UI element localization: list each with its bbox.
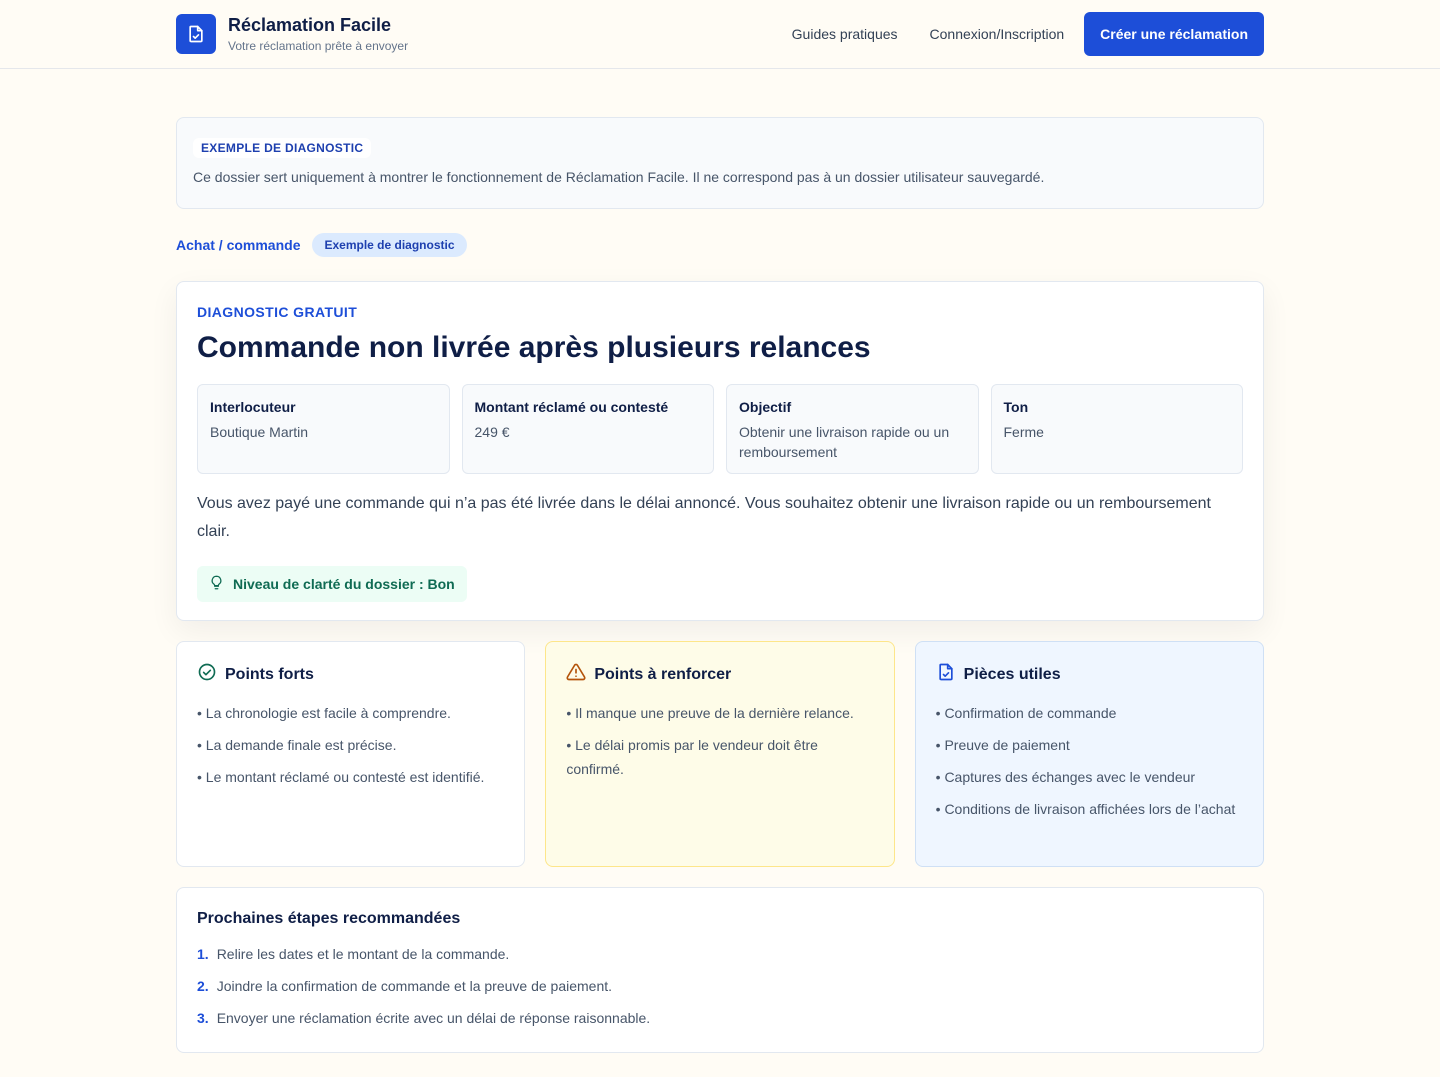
list-item: • Conditions de livraison affichées lors… [935, 801, 1236, 817]
step-item: 1. Relire les dates et le montant de la … [197, 944, 1243, 964]
brand-title: Réclamation Facile [228, 14, 392, 35]
document-check-icon [176, 14, 216, 54]
clarity-text: Niveau de clarté du dossier : Bon [233, 576, 455, 592]
step-item: 2. Joindre la confirmation de commande e… [197, 976, 1243, 996]
brand-text: Réclamation Facile Votre réclamation prê… [228, 14, 408, 55]
list-item: • Captures des échanges avec le vendeur [935, 769, 1196, 785]
fact-interlocutor: Interlocuteur Boutique Martin [197, 384, 450, 474]
list-item: • La demande finale est précise. [197, 737, 397, 753]
fact-value: 249 € [474, 424, 510, 440]
example-notice: EXEMPLE DE DIAGNOSTIC Ce dossier sert un… [176, 117, 1264, 209]
fact-label: Ton [1003, 399, 1029, 415]
example-tag: EXEMPLE DE DIAGNOSTIC [193, 138, 372, 158]
step-number: 3. [197, 1010, 209, 1026]
improve-panel: Points à renforcer • Il manque une preuv… [545, 641, 895, 867]
panel-header: Points à renforcer [566, 662, 873, 687]
step-text: Relire les dates et le montant de la com… [216, 946, 510, 962]
create-claim-button[interactable]: Créer une réclamation [1084, 12, 1264, 56]
diagnostic-card: DIAGNOSTIC GRATUIT Commande non livrée a… [176, 281, 1264, 621]
diagnostic-title: Commande non livrée après plusieurs rela… [197, 331, 871, 364]
fact-value: Boutique Martin [210, 424, 309, 440]
step-text: Joindre la confirmation de commande et l… [216, 978, 613, 994]
breadcrumb: Achat / commande Exemple de diagnostic [176, 233, 1264, 257]
documents-list: • Confirmation de commande • Preuve de p… [936, 701, 1243, 821]
brand[interactable]: Réclamation Facile Votre réclamation prê… [176, 14, 408, 55]
steps-list: 1. Relire les dates et le montant de la … [197, 944, 1243, 1028]
panel-title: Pièces utiles [963, 665, 1061, 683]
example-badge: Exemple de diagnostic [312, 233, 467, 257]
panel-header: Pièces utiles [936, 662, 1243, 687]
list-item: • Le montant réclamé ou contesté est ide… [197, 769, 485, 785]
strengths-panel: Points forts • La chronologie est facile… [176, 641, 526, 867]
analysis-panels: Points forts • La chronologie est facile… [176, 641, 1264, 867]
step-number: 2. [197, 978, 209, 994]
list-item: • Le délai promis par le vendeur doit êt… [566, 737, 818, 777]
nav-login-link[interactable]: Connexion/Inscription [930, 26, 1065, 42]
list-item: • Preuve de paiement [935, 737, 1070, 753]
step-text: Envoyer une réclamation écrite avec un d… [216, 1010, 651, 1026]
next-steps-card: Prochaines étapes recommandées 1. Relire… [176, 887, 1264, 1053]
documents-panel: Pièces utiles • Confirmation de commande… [914, 641, 1264, 867]
clarity-badge: Niveau de clarté du dossier : Bon [197, 566, 467, 602]
list-item: • La chronologie est facile à comprendre… [197, 705, 451, 721]
step-item: 3. Envoyer une réclamation écrite avec u… [197, 1008, 1243, 1028]
header-inner: Réclamation Facile Votre réclamation prê… [176, 0, 1264, 68]
panel-title: Points forts [225, 665, 314, 683]
diagnostic-kicker: DIAGNOSTIC GRATUIT [197, 304, 358, 320]
steps-title: Prochaines étapes recommandées [197, 910, 461, 927]
panel-title: Points à renforcer [594, 665, 732, 683]
fact-tone: Ton Ferme [990, 384, 1243, 474]
fact-value: Ferme [1003, 424, 1044, 440]
step-number: 1. [197, 946, 209, 962]
panel-header: Points forts [197, 662, 504, 687]
fact-value: Obtenir une livraison rapide ou un rembo… [739, 424, 950, 460]
fact-label: Montant réclamé ou contesté [474, 399, 669, 415]
main-content: EXEMPLE DE DIAGNOSTIC Ce dossier sert un… [176, 117, 1264, 1053]
improve-list: • Il manque une preuve de la dernière re… [566, 701, 873, 781]
site-header: Réclamation Facile Votre réclamation prê… [0, 0, 1440, 69]
nav-guides-link[interactable]: Guides pratiques [792, 26, 898, 42]
fact-label: Interlocuteur [210, 399, 296, 415]
warning-triangle-icon [566, 662, 586, 687]
check-circle-icon [197, 662, 217, 687]
document-icon [936, 662, 956, 687]
fact-objective: Objectif Obtenir une livraison rapide ou… [726, 384, 979, 474]
main-nav: Guides pratiques Connexion/Inscription C… [792, 12, 1264, 56]
brand-subtitle: Votre réclamation prête à envoyer [228, 38, 409, 53]
list-item: • Confirmation de commande [935, 705, 1117, 721]
fact-amount: Montant réclamé ou contesté 249 € [461, 384, 714, 474]
example-text: Ce dossier sert uniquement à montrer le … [193, 169, 1045, 185]
fact-label: Objectif [739, 399, 792, 415]
breadcrumb-category-link[interactable]: Achat / commande [176, 237, 300, 253]
lightbulb-icon [209, 575, 224, 593]
strengths-list: • La chronologie est facile à comprendre… [197, 701, 504, 789]
facts-grid: Interlocuteur Boutique Martin Montant ré… [197, 384, 1243, 474]
list-item: • Il manque une preuve de la dernière re… [566, 705, 854, 721]
diagnostic-summary: Vous avez payé une commande qui n’a pas … [197, 495, 1211, 540]
